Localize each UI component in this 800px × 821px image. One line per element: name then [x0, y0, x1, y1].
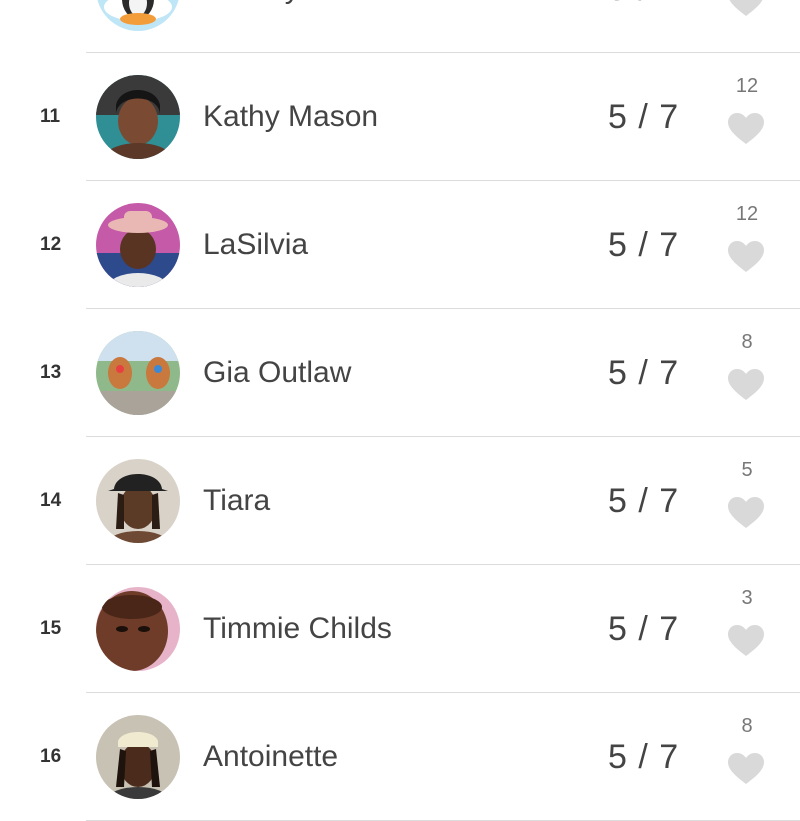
- score: 5 / 7: [608, 737, 680, 776]
- score: 5 / 7: [608, 225, 680, 264]
- list-item[interactable]: 13 Gia Outlaw 5 / 7 8: [0, 309, 800, 437]
- heart-icon[interactable]: [728, 241, 764, 273]
- heart-icon[interactable]: [728, 497, 764, 529]
- heart-icon[interactable]: [728, 753, 764, 785]
- like-count: 8: [741, 331, 753, 353]
- rank-number: 12: [40, 234, 62, 255]
- like-count: 12: [735, 203, 759, 225]
- list-item[interactable]: 11 Kathy Mason 5 / 7 12: [0, 53, 800, 181]
- list-item[interactable]: 16 Antoinette 5 / 7 8: [0, 693, 800, 821]
- heart-icon[interactable]: [728, 369, 764, 401]
- rank-number: 11: [40, 106, 61, 127]
- avatar[interactable]: [96, 459, 180, 543]
- list-item[interactable]: 12 LaSilvia 5 / 7 12: [0, 181, 800, 309]
- avatar[interactable]: [96, 203, 180, 287]
- player-name[interactable]: Gia Outlaw: [203, 309, 351, 437]
- player-name[interactable]: Antoinette: [203, 693, 338, 821]
- heart-icon[interactable]: [728, 0, 764, 17]
- player-name[interactable]: LaSilvia: [203, 181, 308, 309]
- list-item[interactable]: 14 Tiara 5 / 7 5: [0, 437, 800, 565]
- score: 5 / 7: [608, 481, 680, 520]
- player-name[interactable]: Kathy Mason: [203, 53, 378, 181]
- rank-number: [40, 0, 70, 53]
- player-name[interactable]: Johnny B: [203, 0, 328, 53]
- heart-icon[interactable]: [728, 625, 764, 657]
- like-count: 8: [741, 715, 753, 737]
- rank-number: 13: [40, 362, 62, 383]
- list-item[interactable]: Johnny B 5 / 7: [0, 0, 800, 53]
- rank-number: 15: [40, 618, 62, 639]
- player-name[interactable]: Tiara: [203, 437, 270, 565]
- rank-number: 16: [40, 746, 62, 767]
- avatar[interactable]: [96, 75, 180, 159]
- player-name[interactable]: Timmie Childs: [203, 565, 392, 693]
- score: 5 / 7: [608, 609, 680, 648]
- score: 5 / 7: [608, 97, 680, 136]
- avatar[interactable]: [96, 0, 180, 31]
- like-count: 5: [741, 459, 753, 481]
- leaderboard-list: Johnny B 5 / 7 11 Kathy Mason 5 / 7 12 1…: [0, 0, 800, 821]
- list-item[interactable]: 15 Timmie Childs 5 / 7 3: [0, 565, 800, 693]
- rank-number: 14: [40, 490, 62, 511]
- heart-icon[interactable]: [728, 113, 764, 145]
- avatar[interactable]: [96, 715, 180, 799]
- score: 5 / 7: [608, 353, 680, 392]
- avatar[interactable]: [96, 331, 180, 415]
- like-count: 3: [741, 587, 753, 609]
- avatar[interactable]: [96, 587, 180, 671]
- score: 5 / 7: [608, 0, 679, 53]
- like-count: 12: [735, 75, 759, 97]
